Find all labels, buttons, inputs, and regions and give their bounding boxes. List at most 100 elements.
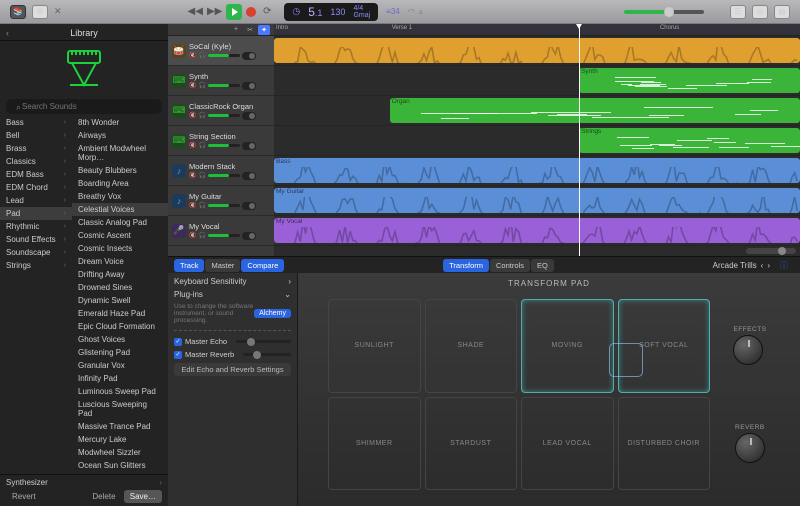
preset-name[interactable]: Arcade Trills	[713, 261, 757, 270]
info-icon[interactable]: ⓘ	[780, 260, 788, 271]
volume-slider[interactable]	[208, 144, 240, 147]
patch-item[interactable]: Ghost Voices	[72, 333, 168, 346]
mute-icon[interactable]: 🔇	[189, 172, 196, 179]
search-field[interactable]	[6, 99, 162, 114]
category-item[interactable]: EDM Chord›	[0, 181, 72, 194]
patch-item[interactable]: Granular Vox	[72, 359, 168, 372]
volume-slider[interactable]	[208, 84, 240, 87]
category-item[interactable]: Bass›	[0, 116, 72, 129]
patch-item[interactable]: Infinity Pad	[72, 372, 168, 385]
region[interactable]: My Guitar	[274, 188, 800, 213]
track-lane[interactable]: My Vocal	[274, 216, 800, 246]
arrangement-marker[interactable]: Verse 1	[390, 24, 414, 32]
category-item[interactable]: Strings›	[0, 259, 72, 272]
region[interactable]: Organ	[390, 98, 800, 123]
track-toggle[interactable]	[242, 112, 256, 120]
patch-item[interactable]: Cosmic Ascent	[72, 229, 168, 242]
patch-item[interactable]: Drowned Sines	[72, 281, 168, 294]
search-input[interactable]	[6, 99, 162, 114]
editor-tab[interactable]: Master	[205, 259, 240, 272]
lcd-display[interactable]: ◷ 5.1 130 4/4Gmaj	[284, 3, 378, 21]
editor-tab[interactable]: Compare	[241, 259, 284, 272]
close-icon[interactable]: ✕	[54, 6, 62, 17]
solo-icon[interactable]: 🎧	[198, 112, 205, 119]
count-in[interactable]: ≡34	[386, 7, 400, 16]
tuner-icon[interactable]: ◠	[408, 7, 415, 16]
library-toggle-button[interactable]: 📚	[10, 5, 26, 19]
transform-cell[interactable]: MOVING	[521, 299, 614, 393]
category-item[interactable]: Rhythmic›	[0, 220, 72, 233]
track-lane[interactable]: Strings	[274, 126, 800, 156]
effects-knob[interactable]	[733, 335, 763, 365]
forward-button[interactable]: ▶▶	[207, 6, 222, 17]
category-item[interactable]: Pad›	[0, 207, 72, 220]
track-toggle[interactable]	[242, 232, 256, 240]
patch-item[interactable]: Cosmic Insects	[72, 242, 168, 255]
solo-icon[interactable]: 🎧	[198, 172, 205, 179]
ruler[interactable]: IntroVerse 1Chorus	[274, 24, 800, 36]
volume-slider[interactable]	[208, 204, 240, 207]
notes-button[interactable]: ☰	[730, 5, 746, 19]
patch-item[interactable]: Ocean Sun Glitters	[72, 459, 168, 472]
back-icon[interactable]: ‹	[6, 28, 9, 38]
category-item[interactable]: EDM Bass›	[0, 168, 72, 181]
record-button[interactable]	[246, 7, 256, 17]
track-toggle[interactable]	[242, 172, 256, 180]
patch-item[interactable]: Beauty Blubbers	[72, 164, 168, 177]
quick-help-button[interactable]: ⚙	[32, 5, 48, 19]
track-lane[interactable]: Bass	[274, 156, 800, 186]
solo-icon[interactable]: 🎧	[198, 82, 205, 89]
volume-slider[interactable]	[208, 114, 240, 117]
playhead[interactable]	[579, 24, 580, 256]
view-tab[interactable]: Transform	[443, 259, 489, 272]
edit-echo-reverb-button[interactable]: Edit Echo and Reverb Settings	[174, 363, 291, 376]
track-header[interactable]: ⌨ Synth 🔇🎧	[168, 66, 274, 96]
track-toggle[interactable]	[242, 202, 256, 210]
track-header[interactable]: ⌨ String Section 🔇🎧	[168, 126, 274, 156]
patch-item[interactable]: Mercury Lake	[72, 433, 168, 446]
patch-item[interactable]: Dream Voice	[72, 255, 168, 268]
patch-item[interactable]: 8th Wonder	[72, 116, 168, 129]
solo-icon[interactable]: 🎧	[198, 52, 205, 59]
solo-icon[interactable]: 🎧	[198, 202, 205, 209]
region[interactable]: Bass	[274, 158, 800, 183]
mute-icon[interactable]: 🔇	[189, 142, 196, 149]
editor-tab[interactable]: Track	[174, 259, 204, 272]
plugin-slot[interactable]: Alchemy	[254, 309, 291, 318]
transform-puck[interactable]	[609, 343, 643, 377]
transform-cell[interactable]: SHIMMER	[328, 397, 421, 491]
arrangement-area[interactable]: IntroVerse 1Chorus SynthOrganStringsBass…	[274, 24, 800, 256]
volume-slider[interactable]	[208, 174, 240, 177]
delete-button[interactable]: Delete	[86, 490, 121, 503]
master-reverb-checkbox[interactable]: Master Reverb	[174, 350, 291, 359]
track-toggle[interactable]	[242, 82, 256, 90]
track-header[interactable]: ⌨ ClassicRock Organ 🔇🎧	[168, 96, 274, 126]
patch-item[interactable]: Luscious Sweeping Pad	[72, 398, 168, 420]
transform-cell[interactable]: SUNLIGHT	[328, 299, 421, 393]
category-item[interactable]: Classics›	[0, 155, 72, 168]
region[interactable]	[274, 38, 800, 63]
master-echo-checkbox[interactable]: Master Echo	[174, 337, 291, 346]
track-header[interactable]: ♪ Modern Stack 🔇🎧	[168, 156, 274, 186]
track-header[interactable]: 🥁 SoCal (Kyle) 🔇🎧	[168, 36, 274, 66]
mute-icon[interactable]: 🔇	[189, 202, 196, 209]
patch-item[interactable]: Celestial Voices	[72, 203, 168, 216]
mute-icon[interactable]: 🔇	[189, 82, 196, 89]
track-header[interactable]: 🎤 My Vocal 🔇🎧	[168, 216, 274, 246]
view-tab[interactable]: EQ	[531, 259, 554, 272]
editors-button[interactable]: ▤	[774, 5, 790, 19]
scissors-icon[interactable]: ✂	[244, 25, 256, 35]
echo-slider[interactable]	[236, 340, 291, 343]
revert-button[interactable]: Revert	[6, 490, 42, 503]
play-button[interactable]	[226, 4, 242, 20]
cycle-button[interactable]: ⟳	[260, 5, 274, 19]
category-item[interactable]: Sound Effects›	[0, 233, 72, 246]
reverb-slider[interactable]	[243, 353, 291, 356]
patch-item[interactable]: Epic Cloud Formation	[72, 320, 168, 333]
mute-icon[interactable]: 🔇	[189, 232, 196, 239]
track-toggle[interactable]	[242, 52, 256, 60]
track-header[interactable]: ♪ My Guitar 🔇🎧	[168, 186, 274, 216]
patch-item[interactable]: Boarding Area	[72, 177, 168, 190]
footer-breadcrumb[interactable]: Synthesizer	[6, 478, 48, 487]
add-track-button[interactable]: +	[230, 25, 242, 35]
